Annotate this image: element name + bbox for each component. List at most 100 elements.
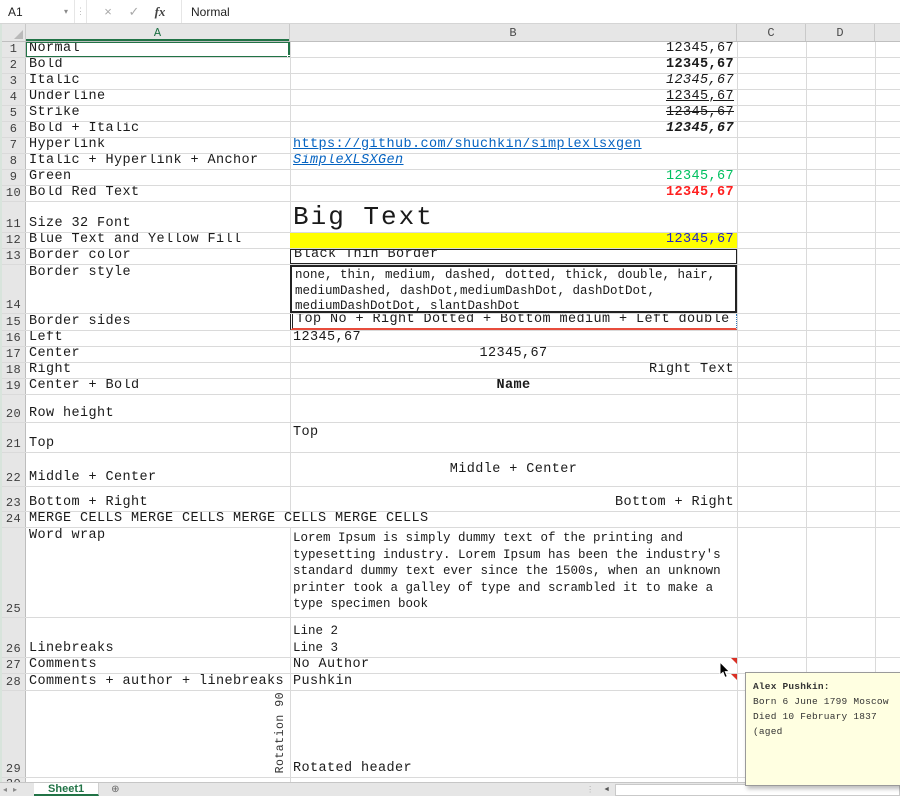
- cell-a18[interactable]: Right: [26, 363, 290, 378]
- cell-b17[interactable]: 12345,67: [290, 347, 737, 362]
- row-header-12[interactable]: 12: [2, 233, 26, 248]
- row-header-26[interactable]: 26: [2, 618, 26, 657]
- cell-b9[interactable]: 12345,67: [290, 170, 737, 185]
- cell-b8-hyperlink[interactable]: SimpleXLSXGen: [290, 154, 737, 169]
- cell-a19[interactable]: Center + Bold: [26, 379, 290, 394]
- insert-function-icon[interactable]: fx: [147, 4, 173, 20]
- cell-b29[interactable]: Rotated header: [290, 691, 737, 777]
- cell-a16[interactable]: Left: [26, 331, 290, 346]
- row-header-24[interactable]: 24: [2, 512, 26, 527]
- cell-b5[interactable]: 12345,67: [290, 106, 737, 121]
- cell-a10[interactable]: Bold Red Text: [26, 186, 290, 201]
- cell-b16[interactable]: 12345,67: [290, 331, 737, 346]
- cell-a9[interactable]: Green: [26, 170, 290, 185]
- row-header-14[interactable]: 14: [2, 265, 26, 313]
- cancel-icon[interactable]: ×: [95, 4, 121, 19]
- column-header-b[interactable]: B: [290, 24, 737, 41]
- scroll-left-icon[interactable]: ◄: [598, 786, 615, 793]
- row-header-3[interactable]: 3: [2, 74, 26, 89]
- cell-a23[interactable]: Bottom + Right: [26, 487, 290, 511]
- cell-b13[interactable]: Black Thin Border: [290, 249, 737, 264]
- enter-icon[interactable]: ✓: [121, 4, 147, 20]
- cell-a27[interactable]: Comments: [26, 658, 290, 673]
- cell-b19[interactable]: Name: [290, 379, 737, 394]
- row-header-15[interactable]: 15: [2, 314, 26, 330]
- row-header-28[interactable]: 28: [2, 674, 26, 690]
- cell-b6[interactable]: 12345,67: [290, 122, 737, 137]
- name-box[interactable]: A1: [0, 0, 58, 23]
- row-header-8[interactable]: 8: [2, 154, 26, 169]
- comment-indicator-icon[interactable]: [731, 674, 737, 680]
- row-header-13[interactable]: 13: [2, 249, 26, 264]
- cell-a1[interactable]: Normal: [26, 42, 290, 57]
- cell-a3[interactable]: Italic: [26, 74, 290, 89]
- select-all-corner[interactable]: [2, 24, 26, 41]
- cell-a21[interactable]: Top: [26, 423, 290, 452]
- row-header-9[interactable]: 9: [2, 170, 26, 185]
- cell-a20[interactable]: Row height: [26, 395, 290, 422]
- cell-a25[interactable]: Word wrap: [26, 528, 290, 617]
- row-header-18[interactable]: 18: [2, 363, 26, 378]
- cell-b1[interactable]: 12345,67: [290, 42, 737, 57]
- cell-a26[interactable]: Linebreaks: [26, 618, 290, 657]
- row-header-27[interactable]: 27: [2, 658, 26, 673]
- column-header-a[interactable]: A: [26, 24, 290, 41]
- row-header-21[interactable]: 21: [2, 423, 26, 452]
- cell-b27[interactable]: No Author: [290, 658, 737, 673]
- cell-b26[interactable]: Line 1 Line 2 Line 3: [290, 618, 737, 657]
- row-header-10[interactable]: 10: [2, 186, 26, 201]
- add-sheet-icon[interactable]: ⊕: [99, 784, 131, 795]
- cell-b23[interactable]: Bottom + Right: [290, 487, 737, 511]
- row-header-22[interactable]: 22: [2, 453, 26, 486]
- cell-a24-b24-merged[interactable]: MERGE CELLS MERGE CELLS MERGE CELLS MERG…: [26, 512, 737, 527]
- cell-b7-hyperlink[interactable]: https://github.com/shuchkin/simplexlsxge…: [290, 138, 737, 153]
- row-header-6[interactable]: 6: [2, 122, 26, 137]
- cell-b22[interactable]: Middle + Center: [290, 453, 737, 486]
- comment-indicator-icon[interactable]: [731, 658, 737, 664]
- cell-a22[interactable]: Middle + Center: [26, 453, 290, 486]
- cell-b20[interactable]: [290, 395, 737, 422]
- cell-b21[interactable]: Top: [290, 423, 737, 452]
- row-header-4[interactable]: 4: [2, 90, 26, 105]
- cell-b12[interactable]: 12345,67: [290, 233, 737, 248]
- row-header-5[interactable]: 5: [2, 106, 26, 121]
- column-header-partial[interactable]: [875, 24, 900, 41]
- row-header-25[interactable]: 25: [2, 528, 26, 617]
- cell-a2[interactable]: Bold: [26, 58, 290, 73]
- cell-a15[interactable]: Border sides: [26, 314, 290, 330]
- cell-a8[interactable]: Italic + Hyperlink + Anchor: [26, 154, 290, 169]
- row-header-2[interactable]: 2: [2, 58, 26, 73]
- cell-b3[interactable]: 12345,67: [290, 74, 737, 89]
- cell-a12[interactable]: Blue Text and Yellow Fill: [26, 233, 290, 248]
- cell-a13[interactable]: Border color: [26, 249, 290, 264]
- formula-input[interactable]: Normal: [182, 0, 900, 23]
- cell-a11[interactable]: Size 32 Font: [26, 202, 290, 232]
- row-header-29[interactable]: 29: [2, 691, 26, 777]
- cell-a4[interactable]: Underline: [26, 90, 290, 105]
- cell-b11[interactable]: Big Text: [290, 202, 737, 232]
- cell-a7[interactable]: Hyperlink: [26, 138, 290, 153]
- cell-b10[interactable]: 12345,67: [290, 186, 737, 201]
- cell-a5[interactable]: Strike: [26, 106, 290, 121]
- cell-b2[interactable]: 12345,67: [290, 58, 737, 73]
- column-header-d[interactable]: D: [806, 24, 875, 41]
- row-header-20[interactable]: 20: [2, 395, 26, 422]
- row-header-23[interactable]: 23: [2, 487, 26, 511]
- tab-sheet1[interactable]: Sheet1: [34, 783, 99, 796]
- cell-a28[interactable]: Comments + author + linebreaks: [26, 674, 290, 690]
- cell-a17[interactable]: Center: [26, 347, 290, 362]
- sheet-nav-left-icon[interactable]: ◂: [0, 785, 10, 794]
- sheet-nav-right-icon[interactable]: ▸: [10, 785, 20, 794]
- cell-b28[interactable]: Pushkin: [290, 674, 737, 690]
- row-header-16[interactable]: 16: [2, 331, 26, 346]
- cell-b15[interactable]: Top No + Right Dotted + Bottom medium + …: [290, 314, 737, 330]
- cell-a29[interactable]: Rotation 90: [26, 691, 290, 777]
- cell-b18[interactable]: Right Text: [290, 363, 737, 378]
- row-header-17[interactable]: 17: [2, 347, 26, 362]
- row-header-7[interactable]: 7: [2, 138, 26, 153]
- cell-b25[interactable]: Lorem Ipsum is simply dummy text of the …: [290, 528, 737, 617]
- column-header-c[interactable]: C: [737, 24, 806, 41]
- name-box-dropdown-icon[interactable]: ▾: [58, 0, 74, 23]
- row-header-19[interactable]: 19: [2, 379, 26, 394]
- cell-a6[interactable]: Bold + Italic: [26, 122, 290, 137]
